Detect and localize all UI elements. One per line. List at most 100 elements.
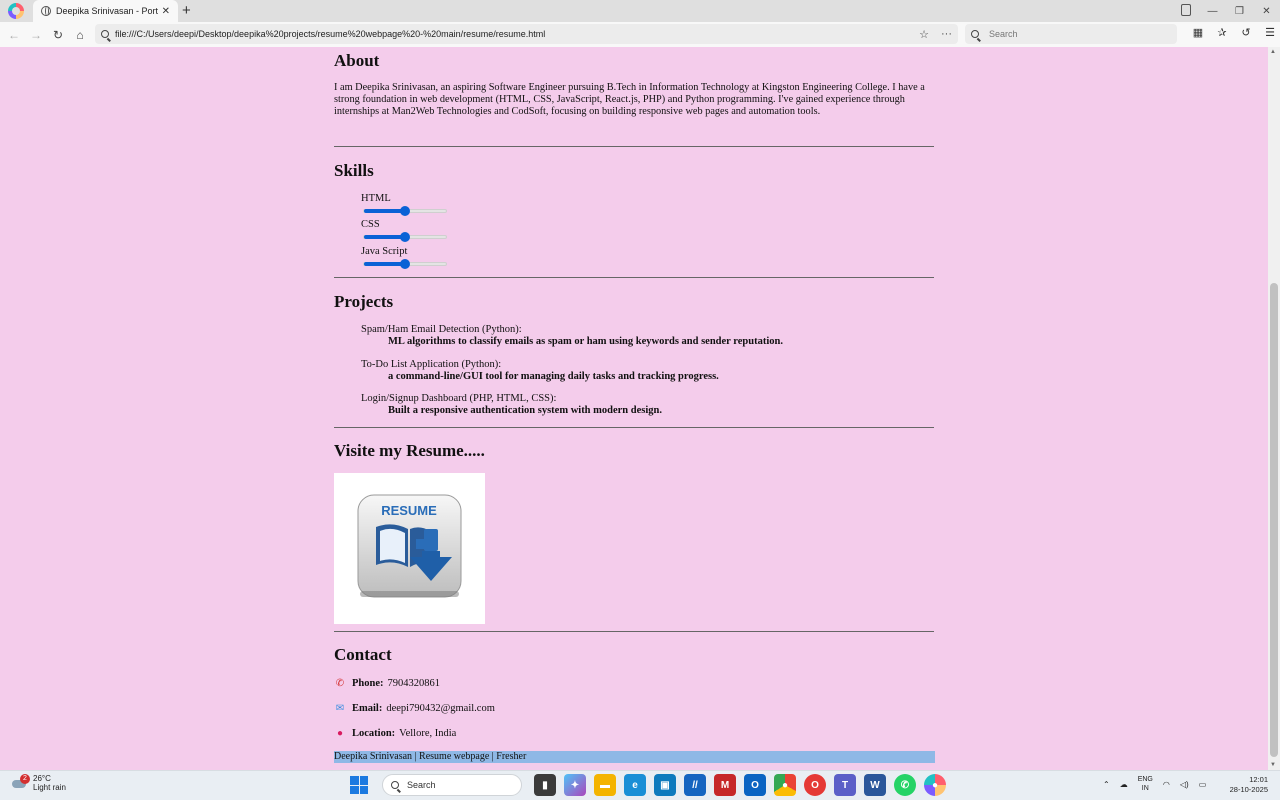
url-text[interactable]: file:///C:/Users/deepi/Desktop/deepika%2… xyxy=(115,29,907,39)
back-button[interactable]: ← xyxy=(3,28,25,42)
code-icon[interactable]: // xyxy=(684,774,706,796)
wifi-icon[interactable]: ◠ xyxy=(1163,780,1170,789)
page-viewport[interactable]: About I am Deepika Srinivasan, an aspiri… xyxy=(0,47,1268,770)
opera-icon[interactable]: O xyxy=(804,774,826,796)
tab-portfolio[interactable]: Deepika Srinivasan - Portfolio ✕ xyxy=(33,0,178,22)
weather-widget[interactable]: 2 26°C Light rain xyxy=(12,774,66,792)
chevron-up-icon[interactable]: ⌃ xyxy=(1103,780,1110,789)
divider xyxy=(334,146,934,147)
skill-slider-html[interactable] xyxy=(363,206,447,216)
cloud-rain-icon: 2 xyxy=(12,774,30,790)
skill-label-html: HTML xyxy=(361,193,391,204)
browser-toolbar: ← → ↻ ⌂ file:///C:/Users/deepi/Desktop/d… xyxy=(0,22,1280,47)
slider-thumb[interactable] xyxy=(400,232,410,242)
skill-slider-javascript[interactable] xyxy=(363,259,447,269)
weather-condition: Light rain xyxy=(33,783,66,792)
contact-heading: Contact xyxy=(334,645,392,664)
reload-button[interactable]: ↻ xyxy=(47,28,69,42)
language-indicator[interactable]: ENG IN xyxy=(1138,775,1153,793)
start-button[interactable] xyxy=(350,776,368,794)
title-bar: Deepika Srinivasan - Portfolio ✕ + — ❐ ✕ xyxy=(0,0,1280,22)
toolbar-actions: ▦ ✰ ↺ ☰ xyxy=(1186,26,1280,39)
divider xyxy=(334,277,934,278)
task-view-icon[interactable]: ▮ xyxy=(534,774,556,796)
bookmark-star-icon[interactable]: ☆ xyxy=(919,28,929,41)
scroll-thumb[interactable] xyxy=(1270,283,1278,757)
resume-image-text: RESUME xyxy=(381,503,437,518)
search-icon xyxy=(101,30,109,38)
project-item: To-Do List Application (Python): a comma… xyxy=(361,359,719,382)
language-code: ENG xyxy=(1137,776,1153,783)
favorites-icon[interactable]: ✰ xyxy=(1210,26,1234,39)
skills-heading: Skills xyxy=(334,161,374,180)
project-name: Login/Signup Dashboard (PHP, HTML, CSS): xyxy=(361,393,557,404)
skill-slider-css[interactable] xyxy=(363,232,447,242)
chrome-icon[interactable]: ● xyxy=(774,774,796,796)
globe-icon xyxy=(41,6,51,16)
resume-heading: Visite my Resume..... xyxy=(334,441,485,460)
taskbar-apps: Search ▮ ✦ ▬ e ▣ // M O ● O T W ✆ ● xyxy=(350,774,950,796)
outlook-icon[interactable]: O xyxy=(744,774,766,796)
store-icon[interactable]: ▣ xyxy=(654,774,676,796)
minimize-button[interactable]: — xyxy=(1199,6,1226,17)
project-description: Built a responsive authentication system… xyxy=(388,405,662,416)
browser-logo-icon[interactable] xyxy=(8,3,24,19)
close-tab-icon[interactable]: ✕ xyxy=(162,6,170,17)
contact-email: ✉ Email: deepi790432@gmail.com xyxy=(334,703,495,714)
slider-fill xyxy=(364,235,405,239)
edge-icon[interactable]: e xyxy=(624,774,646,796)
whatsapp-icon[interactable]: ✆ xyxy=(894,774,916,796)
copilot-icon[interactable]: ✦ xyxy=(564,774,586,796)
teams-icon[interactable]: T xyxy=(834,774,856,796)
file-explorer-icon[interactable]: ▬ xyxy=(594,774,616,796)
forward-button[interactable]: → xyxy=(25,28,47,42)
search-icon xyxy=(971,30,979,38)
menu-icon[interactable]: ☰ xyxy=(1258,26,1280,39)
scroll-up-arrow-icon[interactable]: ▲ xyxy=(1270,49,1276,55)
email-label: Email: xyxy=(352,703,383,714)
history-icon[interactable]: ↺ xyxy=(1234,26,1258,39)
home-button[interactable]: ⌂ xyxy=(69,28,91,42)
divider xyxy=(334,427,934,428)
slider-fill xyxy=(364,209,405,213)
address-bar[interactable]: file:///C:/Users/deepi/Desktop/deepika%2… xyxy=(95,24,958,44)
extensions-icon[interactable]: ▦ xyxy=(1186,26,1210,39)
mcafee-icon[interactable]: M xyxy=(714,774,736,796)
search-icon xyxy=(391,781,399,789)
phone-icon: ✆ xyxy=(335,678,345,689)
email-icon: ✉ xyxy=(335,703,345,714)
about-heading: About xyxy=(334,51,380,70)
project-description: a command-line/GUI tool for managing dai… xyxy=(388,371,719,382)
browser-taskbar-icon[interactable]: ● xyxy=(924,774,946,796)
search-bar[interactable]: Search xyxy=(965,24,1177,44)
skill-label-javascript: Java Script xyxy=(361,246,408,257)
email-value: deepi790432@gmail.com xyxy=(386,703,495,714)
battery-icon[interactable]: ▭ xyxy=(1199,780,1207,789)
taskbar-search[interactable]: Search xyxy=(382,774,522,796)
phone-label: Phone: xyxy=(352,678,384,689)
more-options-icon[interactable]: ··· xyxy=(941,28,952,40)
window-controls: — ❐ ✕ xyxy=(1199,0,1280,22)
scroll-down-arrow-icon[interactable]: ▼ xyxy=(1270,762,1276,768)
slider-thumb[interactable] xyxy=(400,259,410,269)
system-clock[interactable]: 12:01 28-10-2025 xyxy=(1222,775,1268,795)
clock-date: 28-10-2025 xyxy=(1229,785,1268,794)
region-code: IN xyxy=(1141,785,1149,792)
location-pin-icon: ● xyxy=(336,728,344,739)
maximize-button[interactable]: ❐ xyxy=(1226,6,1253,17)
vertical-scrollbar[interactable]: ▲ ▼ xyxy=(1268,47,1280,770)
slider-thumb[interactable] xyxy=(400,206,410,216)
sidebar-toggle-icon[interactable] xyxy=(1181,4,1191,16)
word-icon[interactable]: W xyxy=(864,774,886,796)
location-label: Location: xyxy=(352,728,396,739)
taskbar-search-label: Search xyxy=(407,780,436,790)
network-cloud-icon[interactable]: ☁ xyxy=(1120,780,1128,789)
project-description: ML algorithms to classify emails as spam… xyxy=(388,336,783,347)
windows-taskbar: 2 26°C Light rain Search ▮ ✦ ▬ e ▣ // M … xyxy=(0,770,1280,800)
resume-download-link[interactable]: RESUME xyxy=(334,473,485,624)
system-tray: ⌃ ☁ ENG IN ◠ ◁) ▭ xyxy=(1098,775,1211,793)
location-value: Vellore, India xyxy=(399,728,457,739)
volume-icon[interactable]: ◁) xyxy=(1180,780,1189,789)
close-window-button[interactable]: ✕ xyxy=(1253,6,1280,17)
new-tab-button[interactable]: + xyxy=(182,2,191,19)
